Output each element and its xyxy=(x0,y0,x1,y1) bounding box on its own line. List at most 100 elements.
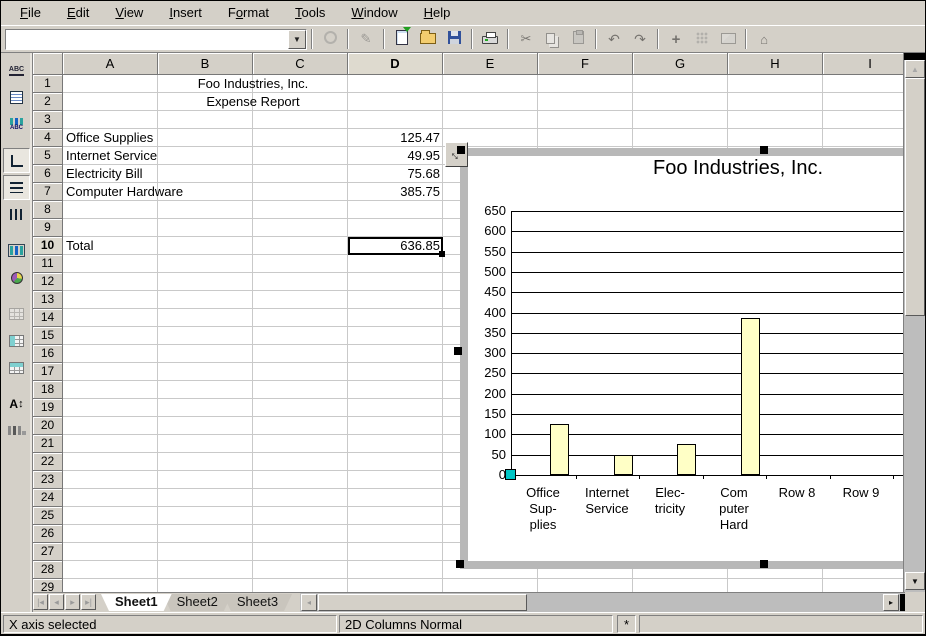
menu-format[interactable]: Format xyxy=(215,1,282,25)
y-axis-tick-label[interactable]: 50 xyxy=(468,447,506,463)
chart-selection-handle[interactable] xyxy=(454,347,462,355)
active-cell-border[interactable] xyxy=(348,237,443,255)
row-header-3[interactable]: 3 xyxy=(33,111,63,129)
stop-button[interactable] xyxy=(318,27,342,51)
row-header-26[interactable]: 26 xyxy=(33,525,63,543)
new-document-button[interactable] xyxy=(390,27,414,51)
x-axis-category-label[interactable]: OfficeSup-plies xyxy=(511,485,575,533)
row-header-27[interactable]: 27 xyxy=(33,543,63,561)
sheet-tab-sheet3[interactable]: Sheet3 xyxy=(223,594,292,611)
column-header-g[interactable]: G xyxy=(633,53,728,75)
open-file-button[interactable] xyxy=(416,27,440,51)
navigator-button[interactable]: + xyxy=(664,27,688,51)
y-axis-tick-label[interactable]: 350 xyxy=(468,325,506,341)
y-axis-tick-label[interactable]: 450 xyxy=(468,284,506,300)
row-header-8[interactable]: 8 xyxy=(33,201,63,219)
last-sheet-button[interactable]: ▸| xyxy=(81,594,96,610)
url-input[interactable] xyxy=(6,30,288,49)
select-all-corner[interactable] xyxy=(33,53,63,75)
menu-edit[interactable]: Edit xyxy=(54,1,102,25)
chart-selection-handle[interactable] xyxy=(760,146,768,154)
vscroll-split-handle[interactable] xyxy=(904,53,926,60)
save-file-button[interactable] xyxy=(442,27,466,51)
row-header-13[interactable]: 13 xyxy=(33,291,63,309)
x-axis-selection-handle[interactable] xyxy=(505,469,516,480)
data-in-rows-button[interactable] xyxy=(3,328,30,353)
print-button[interactable] xyxy=(478,27,502,51)
cut-button[interactable]: ✂ xyxy=(514,27,538,51)
fill-handle[interactable] xyxy=(439,251,445,257)
y-axis-tick-label[interactable]: 150 xyxy=(468,406,506,422)
y-axis-tick-label[interactable]: 0 xyxy=(468,467,506,483)
column-header-f[interactable]: F xyxy=(538,53,633,75)
row-header-11[interactable]: 11 xyxy=(33,255,63,273)
hscroll-thumb[interactable] xyxy=(318,594,527,611)
next-sheet-button[interactable]: ▸ xyxy=(65,594,80,610)
scroll-up-button[interactable]: ▲ xyxy=(905,60,925,78)
y-axis-tick-label[interactable]: 600 xyxy=(468,223,506,239)
previous-sheet-button[interactable]: ◂ xyxy=(49,594,64,610)
x-axis-category-label[interactable]: Elec-tricity xyxy=(638,485,702,517)
row-header-1[interactable]: 1 xyxy=(33,75,63,93)
column-header-d[interactable]: D xyxy=(348,53,443,75)
row-header-19[interactable]: 19 xyxy=(33,399,63,417)
x-axis-category-label[interactable]: Row 8 xyxy=(765,485,829,501)
chart-selection-handle[interactable] xyxy=(456,560,464,568)
reorganize-chart-button[interactable] xyxy=(3,418,30,443)
row-header-23[interactable]: 23 xyxy=(33,471,63,489)
chart-selection-handle[interactable] xyxy=(760,560,768,568)
row-header-5[interactable]: 5 xyxy=(33,147,63,165)
stylist-button[interactable] xyxy=(690,27,714,51)
chart-bar[interactable] xyxy=(614,455,633,475)
scale-text-button[interactable]: A↕ xyxy=(3,391,30,416)
row-header-12[interactable]: 12 xyxy=(33,273,63,291)
gallery-button[interactable] xyxy=(716,27,740,51)
url-combo-box[interactable]: ▼ xyxy=(5,29,307,50)
data-in-columns-button[interactable] xyxy=(3,355,30,380)
row-header-22[interactable]: 22 xyxy=(33,453,63,471)
column-header-i[interactable]: I xyxy=(823,53,903,75)
first-sheet-button[interactable]: |◂ xyxy=(33,594,48,610)
menu-window[interactable]: Window xyxy=(338,1,410,25)
vertical-scrollbar[interactable]: ▲ ▼ xyxy=(903,53,925,592)
y-axis-tick-label[interactable]: 100 xyxy=(468,426,506,442)
menu-file[interactable]: File xyxy=(7,1,54,25)
undo-button[interactable]: ↶ xyxy=(602,27,626,51)
row-header-24[interactable]: 24 xyxy=(33,489,63,507)
row-header-18[interactable]: 18 xyxy=(33,381,63,399)
y-axis-tick-label[interactable]: 500 xyxy=(468,264,506,280)
row-header-4[interactable]: 4 xyxy=(33,129,63,147)
sheet-tab-sheet2[interactable]: Sheet2 xyxy=(163,594,232,611)
y-axis-tick-label[interactable]: 250 xyxy=(468,365,506,381)
row-header-9[interactable]: 9 xyxy=(33,219,63,237)
sheet-tab-sheet1[interactable]: Sheet1 xyxy=(101,594,172,611)
chart-object[interactable]: Foo Industries, Inc. 0501001502002503003… xyxy=(460,148,903,569)
menu-insert[interactable]: Insert xyxy=(156,1,215,25)
scroll-right-button[interactable]: ▸ xyxy=(883,594,899,611)
copy-button[interactable] xyxy=(540,27,564,51)
menu-tools[interactable]: Tools xyxy=(282,1,338,25)
row-header-17[interactable]: 17 xyxy=(33,363,63,381)
chart-bar[interactable] xyxy=(677,444,696,475)
row-header-15[interactable]: 15 xyxy=(33,327,63,345)
vscroll-thumb[interactable] xyxy=(905,78,925,316)
vertical-grid-on-off-button[interactable] xyxy=(3,202,30,227)
autoformat-button[interactable] xyxy=(3,265,30,290)
chart-type-button[interactable] xyxy=(3,238,30,263)
column-header-b[interactable]: B xyxy=(158,53,253,75)
row-header-20[interactable]: 20 xyxy=(33,417,63,435)
axes-titles-on-off-button[interactable]: ABC xyxy=(3,112,30,137)
chart-bar[interactable] xyxy=(741,318,760,475)
x-axis-category-label[interactable]: ComputerHard xyxy=(702,485,766,533)
edit-file-button[interactable]: ✎ xyxy=(354,27,378,51)
hscroll-split-handle[interactable] xyxy=(900,594,905,611)
horizontal-scrollbar[interactable]: ◂ ▸ xyxy=(300,592,905,612)
x-axis-category-label[interactable]: InternetService xyxy=(575,485,639,517)
chart-title[interactable]: Foo Industries, Inc. xyxy=(653,157,823,180)
y-axis-tick-label[interactable]: 300 xyxy=(468,345,506,361)
hyperlink-button[interactable]: ⌂ xyxy=(752,27,776,51)
column-header-h[interactable]: H xyxy=(728,53,823,75)
legend-on-off-button[interactable] xyxy=(3,85,30,110)
column-header-c[interactable]: C xyxy=(253,53,348,75)
combo-dropdown-button[interactable]: ▼ xyxy=(288,30,306,49)
